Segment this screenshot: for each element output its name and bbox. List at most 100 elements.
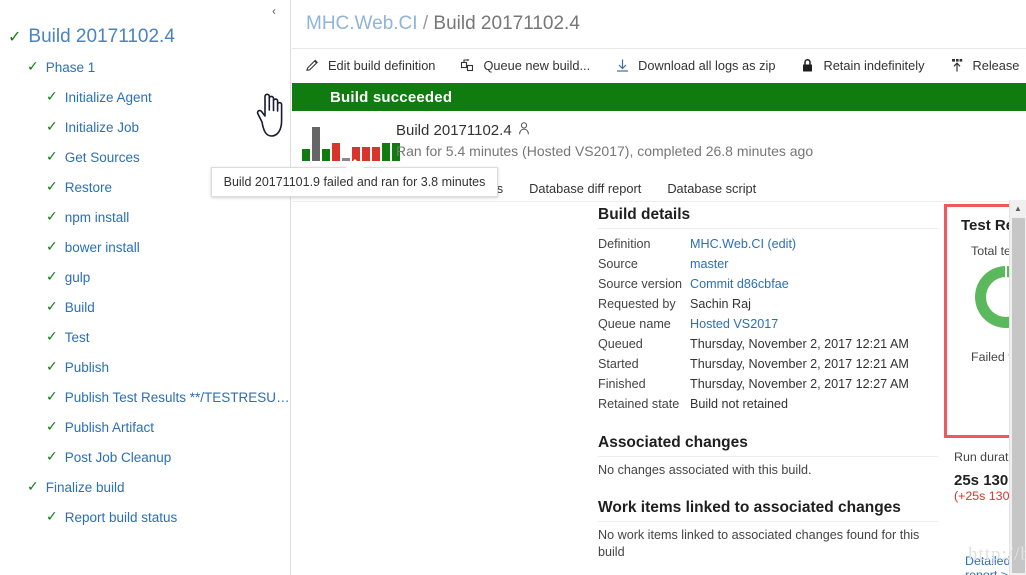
build-detail-row: Source version Commit d86cbfae [598, 274, 938, 294]
breadcrumb-current: Build 20171102.4 [433, 13, 580, 34]
scrollbar-thumb[interactable] [1012, 218, 1025, 573]
queue-build-icon [459, 57, 476, 74]
build-step-item[interactable]: ✓ gulp [0, 262, 291, 292]
toolbar-item-label: Retain indefinitely [823, 58, 925, 73]
build-step-item[interactable]: ✓ Publish Test Results **/TESTRESULTS.... [0, 382, 291, 412]
build-detail-row: Requested by Sachin Raj [598, 294, 938, 314]
build-step-item[interactable]: ✓ Build [0, 292, 291, 322]
build-detail-value: Sachin Raj [690, 297, 751, 311]
build-step-item[interactable]: ✓ Test [0, 322, 291, 352]
sparkline-bar[interactable] [372, 147, 380, 161]
status-banner: Build succeeded [292, 83, 1026, 111]
scroll-up-icon[interactable]: ▲ [1010, 200, 1026, 216]
check-icon: ✓ [46, 209, 58, 225]
build-step-item[interactable]: ✓ Report build status [0, 502, 291, 532]
build-name-row: Build 20171102.4 [396, 121, 813, 141]
build-detail-value: Build not retained [690, 397, 789, 411]
toolbar-item-label: Release [972, 58, 1020, 73]
build-subtitle: Ran for 5.4 minutes (Hosted VS2017), com… [396, 142, 814, 159]
sparkline-bar[interactable] [382, 143, 390, 161]
check-icon: ✓ [27, 479, 39, 495]
tab-database-script[interactable]: Database script [667, 181, 756, 196]
breadcrumb-separator: / [422, 13, 429, 34]
build-detail-value[interactable]: Commit d86cbfae [690, 274, 789, 294]
build-step-item[interactable]: ✓ Publish Artifact [0, 412, 291, 442]
check-icon: ✓ [8, 27, 22, 46]
build-step-label: Publish [64, 359, 110, 375]
build-toolbar: Edit build definition Queue new build... D… [292, 48, 1026, 82]
build-step-label: Test [64, 329, 90, 345]
breadcrumb-definition[interactable]: MHC.Web.CI [306, 13, 418, 34]
sparkline-bar[interactable] [302, 149, 310, 161]
build-detail-row: Queue name Hosted VS2017 [598, 314, 938, 334]
build-detail-key: Finished [598, 377, 646, 391]
build-step-label: Finalize build [45, 479, 125, 495]
build-step-label: Post Job Cleanup [64, 449, 172, 465]
check-icon: ✓ [46, 449, 58, 465]
associated-changes-title: Associated changes [598, 434, 938, 457]
build-step-item[interactable]: ✓ Finalize build [0, 472, 291, 502]
work-items-title: Work items linked to associated changes [598, 499, 938, 522]
tab-database-diff-report[interactable]: Database diff report [529, 181, 641, 196]
build-step-label: bower install [64, 239, 140, 255]
build-detail-key: Definition [598, 237, 651, 251]
work-items-note: No work items linked to associated chang… [598, 528, 920, 559]
build-step-label: Publish Test Results **/TESTRESULTS.... [64, 389, 291, 405]
build-step-item[interactable]: ✓ Publish [0, 352, 291, 382]
build-detail-row: Started Thursday, November 2, 2017 12:21 … [598, 354, 938, 374]
build-detail-value[interactable]: master [690, 254, 729, 274]
build-step-label: Report build status [64, 509, 178, 525]
check-icon: ✓ [46, 149, 58, 165]
build-detail-key: Queue name [598, 317, 671, 331]
check-icon: ✓ [46, 299, 58, 315]
check-icon: ✓ [46, 419, 58, 435]
vertical-scrollbar[interactable]: ▲ [1009, 200, 1026, 575]
build-detail-row: Retained state Build not retained [598, 394, 938, 414]
build-name: Build 20171102.4 [396, 122, 512, 140]
build-detail-key: Retained state [598, 397, 680, 411]
toolbar-edit-build-definition-button[interactable]: Edit build definition [304, 57, 435, 74]
build-detail-row: Definition MHC.Web.CI (edit) [598, 234, 938, 254]
build-summary-row: Build 20171102.4 Ran for 5.4 minutes (Ho… [292, 111, 1026, 171]
build-step-label: Initialize Agent [64, 89, 152, 105]
sparkline-bar[interactable] [332, 143, 340, 161]
check-icon: ✓ [46, 329, 58, 345]
build-detail-value: Thursday, November 2, 2017 12:27 AM [690, 377, 909, 391]
build-step-item[interactable]: ✓ Build 20171102.4 [0, 22, 291, 52]
build-summary-page: ‹ ✓ Build 20171102.4 ✓ Phase 1 ✓ Initialize A… [0, 0, 1026, 575]
build-step-item[interactable]: ✓ Phase 1 [0, 52, 291, 82]
build-detail-value[interactable]: Hosted VS2017 [690, 314, 778, 334]
toolbar-retain-indefinitely-button[interactable]: Retain indefinitely [799, 57, 924, 74]
build-step-item[interactable]: ✓ bower install [0, 232, 291, 262]
build-detail-key: Queued [598, 337, 643, 351]
build-detail-key: Started [598, 357, 639, 371]
sparkline-bar[interactable] [322, 149, 330, 161]
build-meta: Build 20171102.4 Ran for 5.4 minutes (Ho… [396, 121, 813, 160]
check-icon: ✓ [46, 89, 58, 105]
build-step-label: Build [64, 299, 95, 315]
sparkline-bar[interactable] [312, 127, 320, 161]
check-icon: ✓ [46, 119, 58, 135]
associated-changes-note: No changes associated with this build. [598, 463, 812, 477]
build-steps-sidebar: ‹ ✓ Build 20171102.4 ✓ Phase 1 ✓ Initialize A… [0, 0, 291, 575]
build-history-sparkline[interactable] [302, 121, 400, 161]
build-details-list: Definition MHC.Web.CI (edit) Source master S… [598, 234, 938, 414]
collapse-sidebar-icon[interactable]: ‹ [266, 3, 282, 19]
build-detail-value[interactable]: MHC.Web.CI (edit) [690, 234, 796, 254]
pencil-icon [304, 57, 321, 74]
toolbar-download-all-logs-as-zip-button[interactable]: Download all logs as zip [614, 57, 775, 74]
toolbar-queue-new-build-button[interactable]: Queue new build... [459, 57, 590, 74]
tooltip-arrow [345, 159, 364, 168]
build-step-label: gulp [64, 269, 91, 285]
lock-icon [799, 57, 816, 74]
build-step-item[interactable]: ✓ Post Job Cleanup [0, 442, 291, 472]
build-step-label: Get Sources [64, 149, 140, 165]
build-detail-row: Source master [598, 254, 938, 274]
build-step-label: npm install [64, 209, 130, 225]
build-detail-key: Requested by [598, 297, 676, 311]
toolbar-release-button[interactable]: Release [948, 57, 1019, 74]
build-details-title: Build details [598, 206, 938, 229]
toolbar-item-label: Download all logs as zip [638, 58, 776, 73]
status-banner-text: Build succeeded [330, 88, 453, 106]
build-step-item[interactable]: ✓ npm install [0, 202, 291, 232]
